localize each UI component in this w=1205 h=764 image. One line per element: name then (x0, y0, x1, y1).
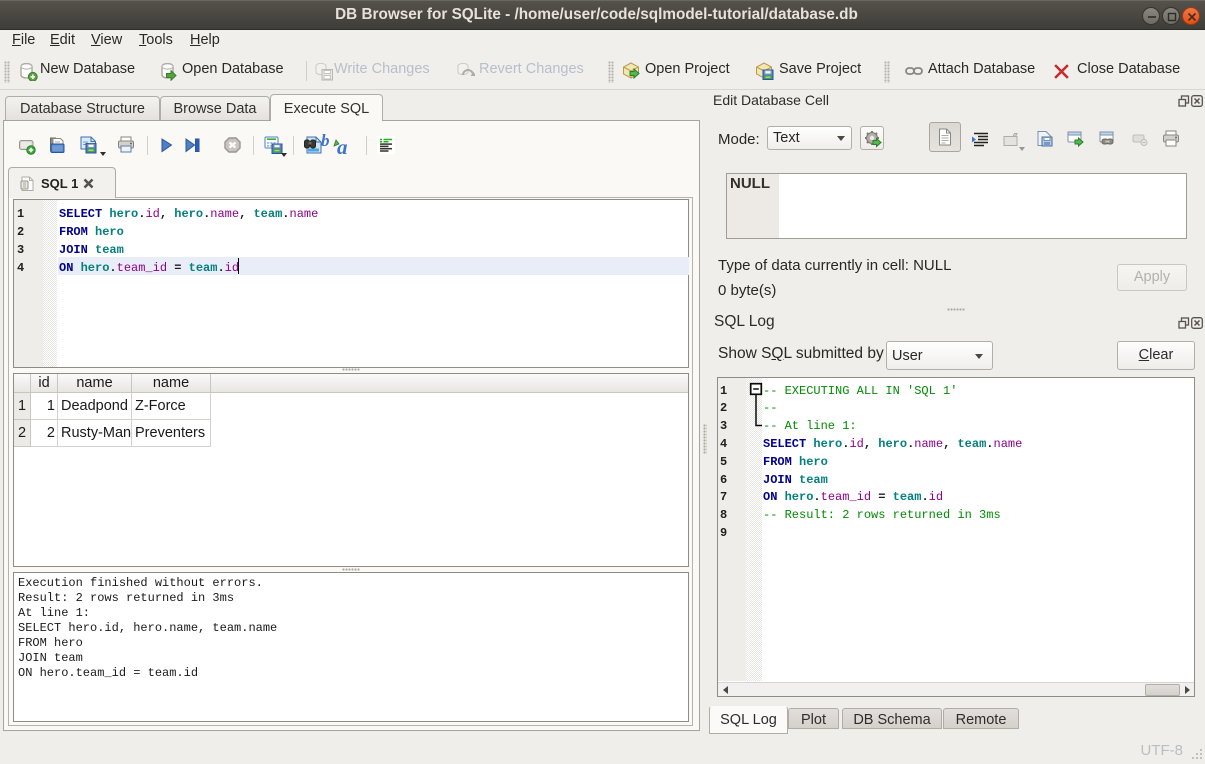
svg-text:a: a (337, 135, 348, 155)
svg-text:b: b (321, 131, 330, 150)
